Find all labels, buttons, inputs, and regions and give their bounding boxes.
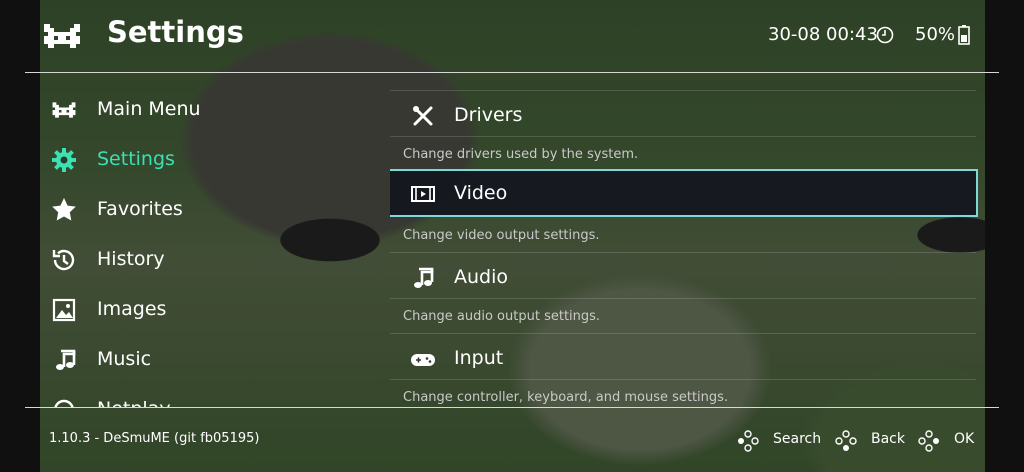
settings-entry-description: Change audio output settings. — [403, 309, 601, 324]
film-icon — [411, 186, 435, 202]
sidebar-item-main-menu[interactable]: Main Menu — [50, 90, 370, 130]
music-note-icon — [56, 349, 76, 370]
page-title: Settings — [107, 15, 244, 49]
music-note-icon — [414, 267, 434, 288]
hint-label: Search — [773, 431, 822, 447]
retroarch-invader-icon — [52, 102, 76, 118]
sidebar-item-label: History — [97, 248, 165, 270]
hint-label: Back — [871, 431, 905, 447]
star-icon — [52, 198, 76, 221]
divider — [390, 136, 976, 137]
sidebar-item-settings[interactable]: Settings — [50, 140, 370, 180]
settings-entry-label: Audio — [454, 266, 509, 288]
gear-icon — [52, 148, 76, 172]
sidebar-item-label: Images — [97, 298, 167, 320]
divider — [390, 333, 976, 334]
sidebar-item-label: Favorites — [97, 198, 183, 220]
settings-entry-description: Change controller, keyboard, and mouse s… — [403, 390, 729, 405]
sidebar-item-label: Main Menu — [97, 98, 201, 120]
sidebar-item-label: Netplay — [97, 398, 171, 407]
gamepad-buttons-icon — [835, 430, 857, 451]
settings-entry-row[interactable]: Video — [390, 169, 978, 217]
version-info: 1.10.3 - DeSmuME (git fb05195) — [49, 431, 260, 446]
settings-entry-description: Change drivers used by the system. — [403, 147, 639, 162]
battery-icon — [958, 25, 970, 45]
netplay-icon — [54, 399, 74, 407]
battery-level: 50% — [915, 24, 956, 45]
gamepad-buttons-icon — [738, 430, 759, 452]
header: Settings 30-08 00:43 50% — [0, 0, 1024, 72]
settings-entry-drivers[interactable]: Drivers Change drivers used by the syste… — [390, 90, 976, 171]
tools-icon — [413, 106, 433, 126]
sidebar-item-favorites[interactable]: Favorites — [50, 190, 370, 230]
image-icon — [52, 298, 76, 322]
header-divider — [25, 72, 999, 73]
sidebar-item-netplay[interactable]: Netplay — [50, 390, 370, 407]
settings-entry-row[interactable]: Audio — [390, 256, 976, 298]
settings-list: Drivers Change drivers used by the syste… — [390, 85, 980, 407]
history-icon — [52, 249, 75, 271]
settings-entry-label: Drivers — [454, 104, 523, 126]
divider — [390, 252, 976, 253]
divider — [390, 90, 976, 91]
clock-icon — [876, 26, 894, 44]
sidebar-item-label: Settings — [97, 148, 175, 170]
settings-entry-label: Input — [454, 347, 504, 369]
sidebar-item-images[interactable]: Images — [50, 290, 370, 330]
gamepad-buttons-icon — [918, 430, 939, 452]
settings-entry-audio[interactable]: Audio Change audio output settings. — [390, 252, 976, 333]
settings-entry-input[interactable]: Input Change controller, keyboard, and m… — [390, 333, 976, 407]
divider — [390, 379, 976, 380]
sidebar-item-label: Music — [97, 348, 152, 370]
sidebar-item-history[interactable]: History — [50, 240, 370, 280]
settings-entry-label: Video — [454, 182, 508, 204]
sidebar-item-music[interactable]: Music — [50, 340, 370, 380]
sidebar: Main Menu Settings Favorites History Ima… — [0, 85, 380, 407]
settings-entry-description: Change video output settings. — [403, 228, 600, 243]
footer: 1.10.3 - DeSmuME (git fb05195) Search Ba… — [0, 408, 1024, 472]
settings-entry-row[interactable]: Drivers — [390, 94, 976, 136]
settings-entry-video[interactable]: Video Change video output settings. — [390, 169, 978, 252]
divider — [390, 298, 976, 299]
clock: 30-08 00:43 — [768, 24, 878, 45]
gamepad-icon — [411, 354, 435, 366]
retroarch-logo — [44, 24, 80, 48]
hint-label: OK — [954, 431, 975, 447]
settings-entry-row[interactable]: Input — [390, 337, 976, 379]
